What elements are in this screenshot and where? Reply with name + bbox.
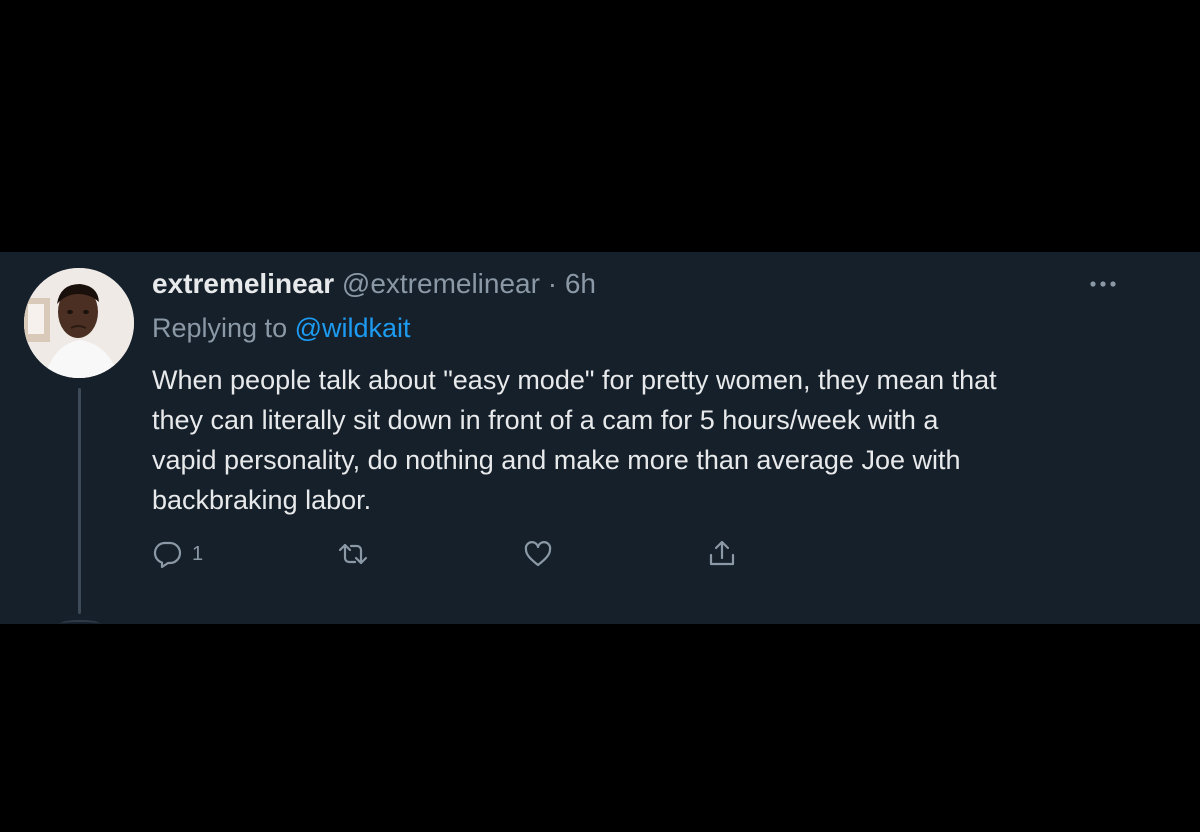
avatar-image <box>24 268 134 378</box>
share-button[interactable] <box>707 538 737 570</box>
share-icon <box>709 540 735 566</box>
like-icon <box>524 541 552 567</box>
avatar[interactable] <box>24 268 134 378</box>
tweet-text-line: vapid personality, do nothing and make m… <box>152 445 961 475</box>
reply-count: 1 <box>192 542 204 565</box>
tweet-text-line: backbraking labor. <box>152 485 372 515</box>
display-name[interactable]: extremelinear <box>152 268 334 299</box>
more-icon <box>1090 281 1116 287</box>
tweet-text-line: When people talk about "easy mode" for p… <box>152 365 997 395</box>
tweet-header: extremelinear @extremelinear · 6h <box>152 262 596 306</box>
retweet-icon <box>338 543 368 565</box>
handle[interactable]: @extremelinear <box>342 268 540 299</box>
separator-dot: · <box>547 268 558 299</box>
reply-button[interactable]: 1 <box>152 538 203 570</box>
replying-mention[interactable]: @wildkait <box>295 313 411 343</box>
retweet-button[interactable] <box>338 538 368 570</box>
like-button[interactable] <box>523 538 553 570</box>
thread-line <box>78 388 81 614</box>
timestamp[interactable]: 6h <box>565 268 596 299</box>
tweet-text: When people talk about "easy mode" for p… <box>152 360 1152 520</box>
reply-icon <box>153 541 182 569</box>
more-button[interactable] <box>1086 270 1120 298</box>
replying-to: Replying to @wildkait <box>152 308 411 348</box>
tweet-text-line: they can literally sit down in front of … <box>152 405 939 435</box>
replying-prefix: Replying to <box>152 313 288 343</box>
next-avatar-edge <box>60 620 100 628</box>
